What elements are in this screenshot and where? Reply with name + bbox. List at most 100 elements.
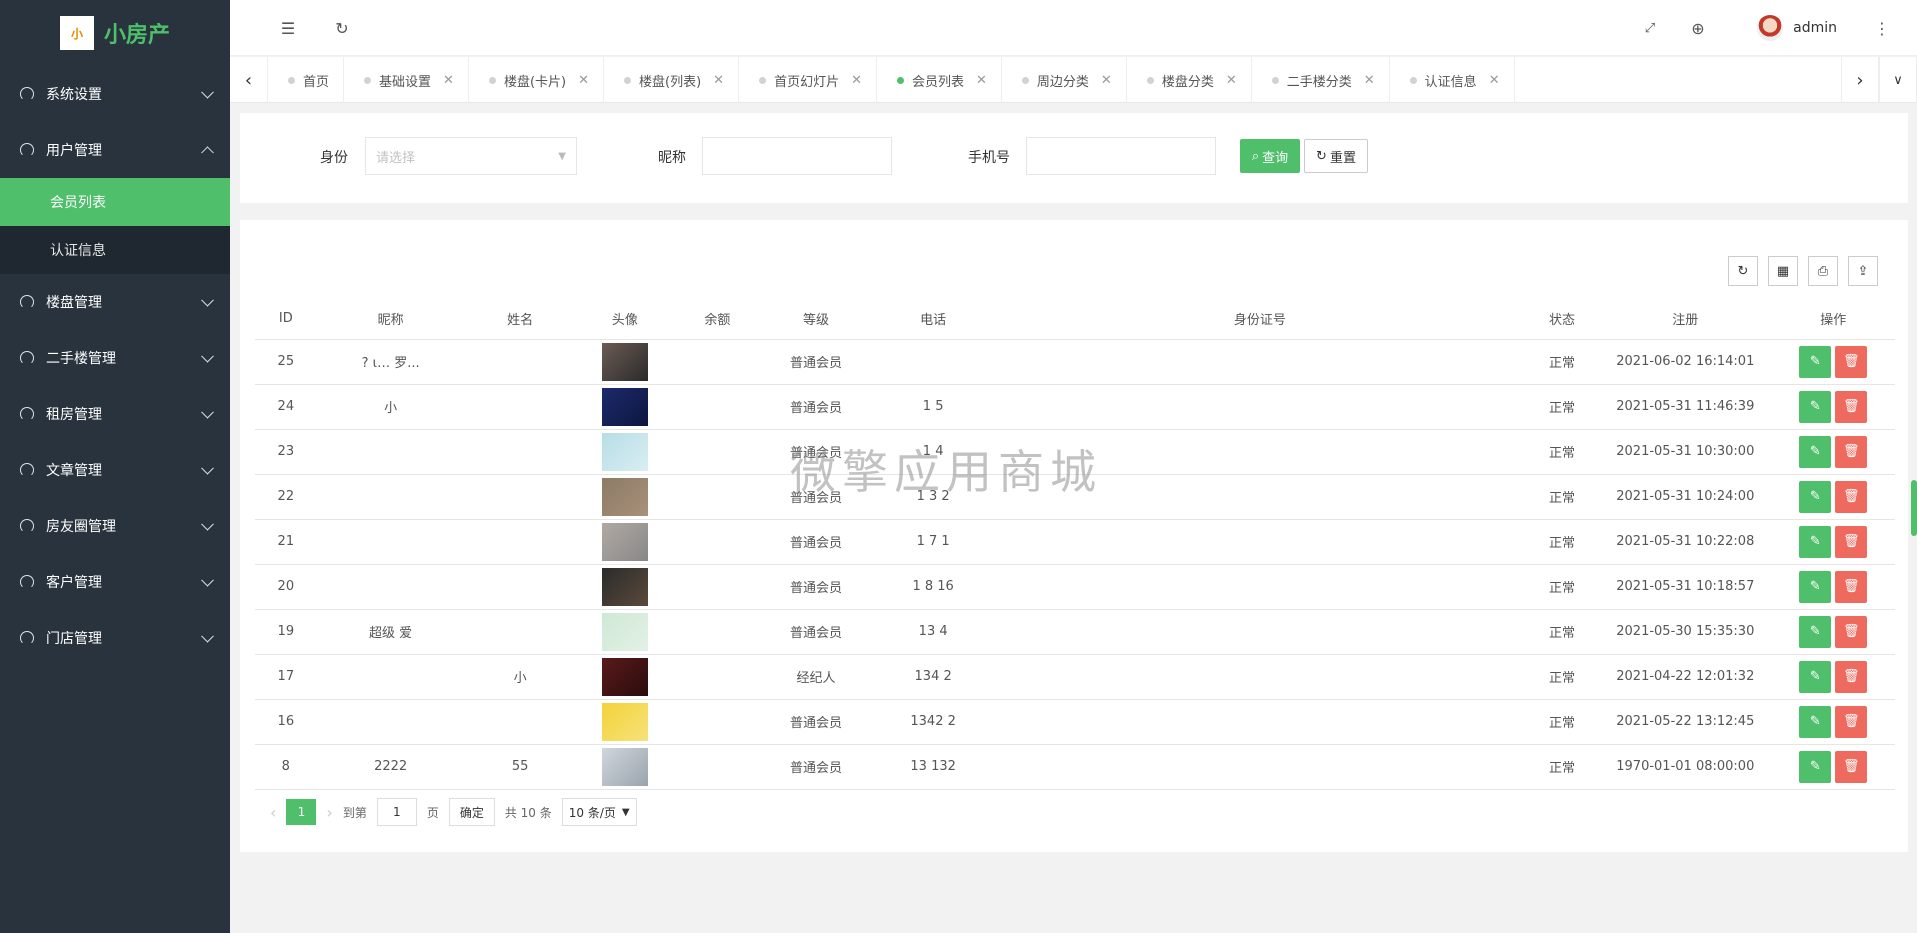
sidebar-item[interactable]: 认证信息 bbox=[0, 226, 230, 274]
edit-icon[interactable]: ✎ bbox=[1799, 570, 1832, 603]
edit-icon[interactable]: ✎ bbox=[1799, 750, 1832, 783]
delete-icon[interactable]: 🗑 bbox=[1835, 525, 1868, 558]
columns-icon[interactable]: ▦ bbox=[1768, 256, 1798, 286]
tab[interactable]: 二手楼分类 ✕ bbox=[1252, 57, 1390, 103]
table-row[interactable]: 16 普通会员 1342 2 正常 2021-05-22 13:12:45 ✎ 🗑 bbox=[255, 699, 1895, 745]
column-header[interactable]: ID bbox=[255, 298, 317, 340]
tab[interactable]: 首页幻灯片 ✕ bbox=[739, 57, 877, 103]
collapse-menu-icon[interactable]: ☰ bbox=[268, 0, 308, 56]
nickname-input[interactable] bbox=[702, 137, 892, 175]
tab[interactable]: 楼盘(列表) ✕ bbox=[604, 57, 740, 103]
sidebar-group[interactable]: 二手楼管理 bbox=[0, 330, 230, 386]
column-header[interactable]: 余额 bbox=[674, 298, 761, 340]
close-icon[interactable]: ✕ bbox=[1226, 73, 1237, 88]
edit-icon[interactable]: ✎ bbox=[1799, 660, 1832, 693]
edit-icon[interactable]: ✎ bbox=[1799, 390, 1832, 423]
close-icon[interactable]: ✕ bbox=[713, 73, 724, 88]
close-icon[interactable]: ✕ bbox=[443, 73, 454, 88]
export-icon[interactable]: ⇪ bbox=[1848, 256, 1878, 286]
edit-icon[interactable]: ✎ bbox=[1799, 705, 1832, 738]
delete-icon[interactable]: 🗑 bbox=[1835, 480, 1868, 513]
column-header[interactable]: 电话 bbox=[871, 298, 995, 340]
tab[interactable]: 会员列表 ✕ bbox=[877, 57, 1002, 103]
close-icon[interactable]: ✕ bbox=[578, 73, 589, 88]
cell-avatar bbox=[575, 744, 675, 790]
table-row[interactable]: 20 普通会员 1 8 16 正常 2021-05-31 10:18:57 ✎ 🗑 bbox=[255, 564, 1895, 610]
search-button[interactable]: ⌕ 查询 bbox=[1240, 139, 1300, 173]
delete-icon[interactable]: 🗑 bbox=[1835, 435, 1868, 468]
tab[interactable]: 楼盘(卡片) ✕ bbox=[469, 57, 604, 103]
confirm-button[interactable]: 确定 bbox=[448, 798, 495, 826]
table-row[interactable]: 22 普通会员 1 3 2 正常 2021-05-31 10:24:00 ✎ 🗑 bbox=[255, 474, 1895, 520]
close-icon[interactable]: ✕ bbox=[1489, 73, 1500, 88]
user-menu[interactable]: admin bbox=[1757, 0, 1837, 56]
tab[interactable]: 认证信息 ✕ bbox=[1390, 57, 1515, 103]
page-size-select[interactable]: 10 条/页 ▼ bbox=[561, 798, 637, 826]
current-page[interactable]: 1 bbox=[286, 799, 317, 825]
phone-input[interactable] bbox=[1026, 137, 1216, 175]
sidebar-group[interactable]: 文章管理 bbox=[0, 442, 230, 498]
tab[interactable]: 楼盘分类 ✕ bbox=[1127, 57, 1252, 103]
edit-icon[interactable]: ✎ bbox=[1799, 345, 1832, 378]
delete-icon[interactable]: 🗑 bbox=[1835, 570, 1868, 603]
edit-icon[interactable]: ✎ bbox=[1799, 480, 1832, 513]
identity-select[interactable]: 请选择 ▼ bbox=[365, 137, 577, 175]
goto-label: 到第 bbox=[342, 805, 367, 820]
column-header[interactable]: 头像 bbox=[575, 298, 675, 340]
refresh-icon[interactable]: ↻ bbox=[322, 0, 362, 56]
column-header[interactable]: 操作 bbox=[1771, 298, 1895, 340]
column-header[interactable]: 姓名 bbox=[464, 298, 576, 340]
tab[interactable]: 首页 bbox=[268, 57, 345, 103]
next-page-icon[interactable]: › bbox=[326, 803, 332, 822]
table-row[interactable]: 25? ι… 罗... 普通会员 正常 2021-06-02 16:14:01 ✎ 🗑 bbox=[255, 339, 1895, 385]
app-logo[interactable]: 小 小房产 bbox=[0, 0, 230, 66]
delete-icon[interactable]: 🗑 bbox=[1835, 345, 1868, 378]
close-icon[interactable]: ✕ bbox=[976, 73, 987, 88]
tab[interactable]: 基础设置 ✕ bbox=[344, 57, 469, 103]
tabs-menu-icon[interactable]: ∨ bbox=[1879, 57, 1917, 103]
print-icon[interactable]: ⎙ bbox=[1808, 256, 1838, 286]
table-row[interactable]: 17 小经纪人 134 2 正常 2021-04-22 12:01:32 ✎ 🗑 bbox=[255, 654, 1895, 700]
close-icon[interactable]: ✕ bbox=[1364, 73, 1375, 88]
sidebar-group[interactable]: 楼盘管理 bbox=[0, 274, 230, 330]
sidebar-group[interactable]: 门店管理 bbox=[0, 610, 230, 666]
tabs-next-icon[interactable]: › bbox=[1841, 57, 1879, 103]
sidebar-group[interactable]: 系统设置 bbox=[0, 66, 230, 122]
table-row[interactable]: 19 超级 爱普通会员 13 4 正常 2021-05-30 15:35:30 ✎ 🗑 bbox=[255, 609, 1895, 655]
sidebar-group[interactable]: 客户管理 bbox=[0, 554, 230, 610]
delete-icon[interactable]: 🗑 bbox=[1835, 615, 1868, 648]
tab[interactable]: 周边分类 ✕ bbox=[1002, 57, 1127, 103]
scrollbar[interactable] bbox=[1911, 480, 1917, 536]
table-refresh-icon[interactable]: ↻ bbox=[1728, 256, 1758, 286]
close-icon[interactable]: ✕ bbox=[851, 73, 862, 88]
close-icon[interactable]: ✕ bbox=[1101, 73, 1112, 88]
sidebar-item[interactable]: 会员列表 bbox=[0, 178, 230, 226]
edit-icon[interactable]: ✎ bbox=[1799, 525, 1832, 558]
table-row[interactable]: 21 普通会员 1 7 1 正常 2021-05-31 10:22:08 ✎ 🗑 bbox=[255, 519, 1895, 565]
column-header[interactable]: 昵称 bbox=[316, 298, 465, 340]
sidebar-group[interactable]: 房友圈管理 bbox=[0, 498, 230, 554]
cell-id: 25 bbox=[255, 339, 317, 385]
table-row[interactable]: 24 小普通会员 1 5 正常 2021-05-31 11:46:39 ✎ 🗑 bbox=[255, 384, 1895, 430]
table-row[interactable]: 23 普通会员 1 4 正常 2021-05-31 10:30:00 ✎ 🗑 bbox=[255, 429, 1895, 475]
more-icon[interactable]: ⋮ bbox=[1862, 0, 1902, 56]
sidebar-group[interactable]: 用户管理 bbox=[0, 122, 230, 178]
reset-button[interactable]: ↻ 重置 bbox=[1304, 139, 1368, 173]
delete-icon[interactable]: 🗑 bbox=[1835, 390, 1868, 423]
edit-icon[interactable]: ✎ bbox=[1799, 615, 1832, 648]
column-header[interactable]: 等级 bbox=[760, 298, 872, 340]
prev-page-icon[interactable]: ‹ bbox=[270, 803, 276, 822]
globe-icon[interactable]: ⊕ bbox=[1678, 0, 1718, 56]
column-header[interactable]: 注册 bbox=[1599, 298, 1772, 340]
column-header[interactable]: 身份证号 bbox=[994, 298, 1526, 340]
fullscreen-icon[interactable]: ⤢ bbox=[1630, 0, 1670, 56]
table-row[interactable]: 8 2222 55 普通会员 13 132 正常 1970-01-01 08:00:00 ✎ 🗑 bbox=[255, 744, 1895, 790]
sidebar-group[interactable]: 租房管理 bbox=[0, 386, 230, 442]
page-input[interactable]: 1 bbox=[376, 798, 417, 826]
delete-icon[interactable]: 🗑 bbox=[1835, 660, 1868, 693]
delete-icon[interactable]: 🗑 bbox=[1835, 705, 1868, 738]
tabs-prev-icon[interactable]: ‹ bbox=[230, 57, 268, 103]
column-header[interactable]: 状态 bbox=[1525, 298, 1599, 340]
edit-icon[interactable]: ✎ bbox=[1799, 435, 1832, 468]
delete-icon[interactable]: 🗑 bbox=[1835, 750, 1868, 783]
